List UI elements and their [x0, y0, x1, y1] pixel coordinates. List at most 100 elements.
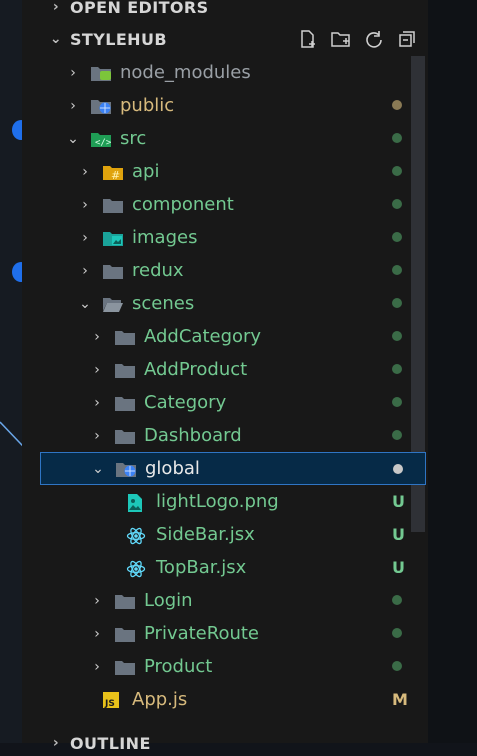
open-folder-icon	[102, 295, 123, 313]
svg-text:JS: JS	[104, 699, 115, 709]
open-editors-label: OPEN EDITORS	[70, 0, 209, 17]
chevron-right-icon[interactable]: ›	[66, 98, 80, 114]
file-row[interactable]: lightLogo.png U	[22, 485, 428, 518]
folder-icon	[114, 361, 135, 379]
tree-item-label: PrivateRoute	[144, 623, 260, 644]
collapse-all-icon[interactable]	[396, 28, 418, 50]
git-status-dot	[392, 232, 402, 242]
tree-item-label: lightLogo.png	[156, 491, 279, 512]
tree-item-label: component	[132, 194, 234, 215]
chevron-right-icon[interactable]: ›	[90, 395, 104, 411]
folder-row-redux[interactable]: › redux	[22, 254, 428, 287]
svg-text:</>: </>	[95, 138, 112, 148]
folder-row-scenes[interactable]: ⌄ scenes	[22, 287, 428, 320]
chevron-down-icon[interactable]: ⌄	[78, 296, 92, 312]
folder-row-privateroute[interactable]: › PrivateRoute	[22, 617, 428, 650]
folder-row-component[interactable]: › component	[22, 188, 428, 221]
chevron-right-icon[interactable]: ›	[78, 263, 92, 279]
react-icon	[126, 526, 146, 544]
chevron-right-icon[interactable]: ›	[90, 362, 104, 378]
tree-item-label: node_modules	[120, 62, 251, 83]
folder-row-src[interactable]: ⌄ </> src	[22, 122, 428, 155]
tree-item-label: api	[132, 161, 160, 182]
explorer-root-header[interactable]: ⌄ STYLEHUB	[22, 26, 428, 52]
tree-item-label: src	[120, 128, 147, 149]
globe-folder-icon	[90, 97, 111, 115]
folder-row-login[interactable]: › Login	[22, 584, 428, 617]
image-file-icon	[126, 493, 146, 512]
refresh-icon[interactable]	[363, 28, 385, 50]
git-status-dot	[392, 100, 402, 110]
git-status-badge: U	[392, 558, 405, 577]
folder-row-product[interactable]: › Product	[22, 650, 428, 683]
file-row[interactable]: TopBar.jsx U	[22, 551, 428, 584]
chevron-right-icon[interactable]: ›	[78, 230, 92, 246]
git-status-dot	[392, 166, 402, 176]
api-folder-icon: #	[102, 163, 123, 182]
folder-icon	[102, 196, 123, 214]
folder-icon	[114, 394, 135, 412]
folder-row-category[interactable]: › Category	[22, 386, 428, 419]
git-status-dot	[392, 199, 402, 209]
code-folder-icon: </>	[90, 130, 112, 148]
tree-item-label: Product	[144, 656, 213, 677]
activity-bar-edge	[0, 0, 22, 743]
folder-row-addproduct[interactable]: › AddProduct	[22, 353, 428, 386]
file-row[interactable]: SideBar.jsx U	[22, 518, 428, 551]
folder-row-images[interactable]: › images	[22, 221, 428, 254]
new-folder-icon[interactable]	[330, 28, 352, 50]
tree-item-label: SideBar.jsx	[156, 524, 255, 545]
chevron-right-icon[interactable]: ›	[90, 659, 104, 675]
chevron-right-icon: ›	[52, 0, 60, 15]
chevron-down-icon[interactable]: ⌄	[91, 461, 105, 477]
chevron-right-icon[interactable]: ›	[78, 197, 92, 213]
chevron-right-icon[interactable]: ›	[66, 65, 80, 81]
outline-label: OUTLINE	[70, 733, 151, 753]
git-status-dot	[392, 430, 402, 440]
git-status-badge: U	[392, 492, 405, 511]
folder-row-dashboard[interactable]: › Dashboard	[22, 419, 428, 452]
chevron-right-icon[interactable]: ›	[90, 329, 104, 345]
tree-item-label: Login	[144, 590, 193, 611]
git-status-dot	[392, 133, 402, 143]
chevron-right-icon[interactable]: ›	[90, 428, 104, 444]
file-row[interactable]: JS App.js M	[22, 683, 428, 716]
folder-row-global[interactable]: ⌄ global	[40, 452, 426, 485]
chevron-right-icon[interactable]: ›	[78, 164, 92, 180]
folder-row-addcategory[interactable]: › AddCategory	[22, 320, 428, 353]
git-status-dot	[392, 265, 402, 275]
chevron-right-icon: ›	[52, 735, 60, 751]
git-status-dot	[392, 397, 402, 407]
chevron-right-icon[interactable]: ›	[90, 626, 104, 642]
folder-row-node_modules[interactable]: › node_modules	[22, 56, 428, 89]
open-editors-header[interactable]: › OPEN EDITORS	[22, 0, 428, 20]
git-status-dot	[392, 364, 402, 374]
folder-icon	[114, 427, 135, 445]
js-file-icon: JS	[102, 691, 122, 709]
folder-row-public[interactable]: › public	[22, 89, 428, 122]
chevron-right-icon[interactable]: ›	[90, 593, 104, 609]
tree-item-label: public	[120, 95, 175, 116]
git-status-badge: U	[392, 525, 405, 544]
git-status-dot	[392, 628, 402, 638]
chevron-down-icon[interactable]: ⌄	[66, 131, 80, 147]
new-file-icon[interactable]	[297, 28, 319, 50]
folder-icon	[114, 658, 135, 676]
outline-header[interactable]: › OUTLINE	[22, 730, 428, 756]
editor-gap	[428, 0, 477, 743]
tree-item-label: AddProduct	[144, 359, 248, 380]
git-status-dot	[392, 661, 402, 671]
tree-item-label: TopBar.jsx	[156, 557, 247, 578]
images-folder-icon	[102, 229, 123, 247]
explorer-root-label: STYLEHUB	[70, 29, 167, 49]
folder-icon	[114, 592, 135, 610]
git-status-dot	[392, 331, 402, 341]
git-status-dot	[392, 298, 402, 308]
globe-folder-icon	[115, 460, 136, 478]
folder-row-api[interactable]: › # api	[22, 155, 428, 188]
folder-icon	[102, 262, 123, 280]
tree-item-label: global	[145, 458, 200, 479]
chevron-down-icon: ⌄	[49, 31, 63, 47]
tree-item-label: redux	[132, 260, 184, 281]
git-status-dot	[393, 464, 403, 474]
